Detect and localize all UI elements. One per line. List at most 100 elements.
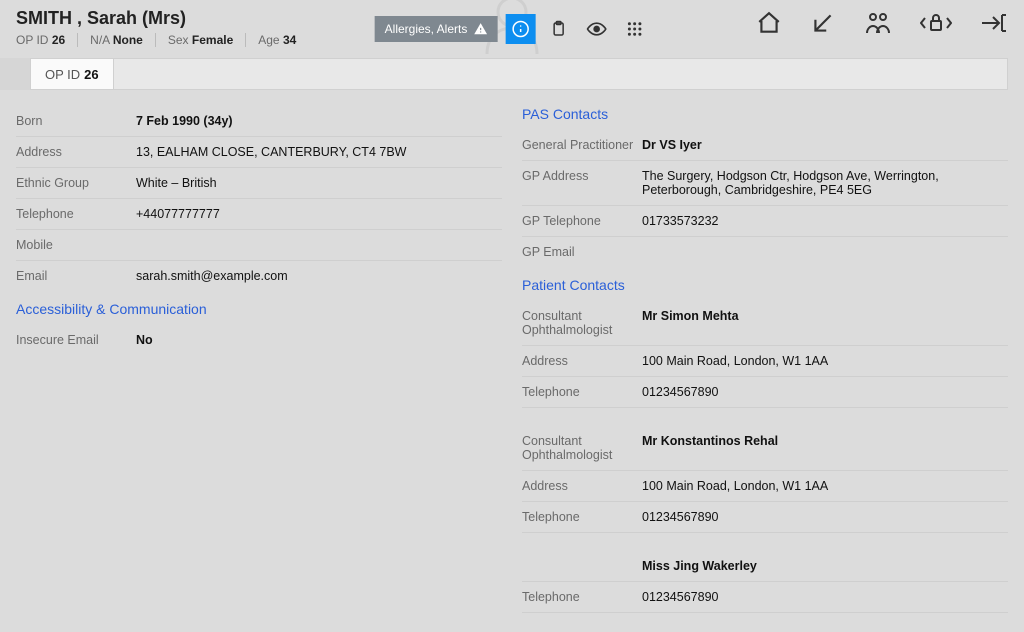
row-ethnic: Ethnic Group White – British: [16, 168, 502, 199]
mobile-value: [136, 238, 502, 252]
arrow-down-left-icon: [810, 10, 836, 36]
na-value: None: [113, 33, 143, 47]
row-insecure-email: Insecure Email No: [16, 325, 502, 355]
row-gp: General Practitioner Dr VS Iyer: [522, 130, 1008, 161]
tab-op-id-value: 26: [84, 67, 98, 82]
keypad-icon: [625, 20, 643, 38]
lock-code-icon: [920, 10, 952, 36]
consultant2-telephone-value: 01234567890: [642, 510, 1008, 524]
age-label: Age: [258, 33, 279, 47]
consultant2-address-label: Address: [522, 479, 642, 493]
consultant1-address-value: 100 Main Road, London, W1 1AA: [642, 354, 1008, 368]
exit-button[interactable]: [980, 10, 1008, 36]
op-id-value: 26: [52, 33, 65, 47]
pas-contacts-title: PAS Contacts: [522, 106, 1008, 122]
email-value: sarah.smith@example.com: [136, 269, 502, 283]
email-label: Email: [16, 269, 136, 283]
allergies-alerts-label: Allergies, Alerts: [385, 22, 468, 36]
home-button[interactable]: [756, 10, 782, 36]
insecure-email-value: No: [136, 333, 502, 347]
born-value: 7 Feb 1990 (34y): [136, 114, 502, 128]
left-column: Born 7 Feb 1990 (34y) Address 13, EALHAM…: [16, 106, 502, 632]
consultant1-name: Mr Simon Mehta: [642, 309, 1008, 337]
gp-email-value: [642, 245, 1008, 259]
gp-label: General Practitioner: [522, 138, 642, 152]
row-address: Address 13, EALHAM CLOSE, CANTERBURY, CT…: [16, 137, 502, 168]
age-value: 34: [283, 33, 296, 47]
row-born: Born 7 Feb 1990 (34y): [16, 106, 502, 137]
consultant1-telephone-value: 01234567890: [642, 385, 1008, 399]
row-consultant2-telephone: Telephone 01234567890: [522, 502, 1008, 533]
consultant2-name: Mr Konstantinos Rehal: [642, 434, 1008, 462]
address-value: 13, EALHAM CLOSE, CANTERBURY, CT4 7BW: [136, 145, 502, 159]
exit-icon: [980, 10, 1008, 36]
consultant3-telephone-label: Telephone: [522, 590, 642, 604]
born-label: Born: [16, 114, 136, 128]
consultant2-address-value: 100 Main Road, London, W1 1AA: [642, 479, 1008, 493]
clipboard-button[interactable]: [543, 14, 573, 44]
gp-value: Dr VS Iyer: [642, 138, 1008, 152]
users-icon: [864, 10, 892, 36]
gp-telephone-value: 01733573232: [642, 214, 1008, 228]
consultant1-telephone-label: Telephone: [522, 385, 642, 399]
gp-telephone-label: GP Telephone: [522, 214, 642, 228]
patient-meta: OP ID 26 N/A None Sex Female Age 34: [16, 33, 296, 47]
consultant2-telephone-label: Telephone: [522, 510, 642, 524]
content-area: Born 7 Feb 1990 (34y) Address 13, EALHAM…: [0, 90, 1024, 632]
insecure-email-label: Insecure Email: [16, 333, 136, 347]
info-icon: [511, 20, 529, 38]
gp-address-value: The Surgery, Hodgson Ctr, Hodgson Ave, W…: [642, 169, 1008, 197]
row-consultant2-address: Address 100 Main Road, London, W1 1AA: [522, 471, 1008, 502]
row-mobile: Mobile: [16, 230, 502, 261]
warning-triangle-icon: [473, 22, 487, 36]
tab-op-id-label: OP ID: [45, 67, 80, 82]
gp-email-label: GP Email: [522, 245, 642, 259]
gp-address-label: GP Address: [522, 169, 642, 197]
row-gp-email: GP Email: [522, 237, 1008, 267]
users-button[interactable]: [864, 10, 892, 36]
row-consultant1-address: Address 100 Main Road, London, W1 1AA: [522, 346, 1008, 377]
consultant3-name: Miss Jing Wakerley: [642, 559, 1008, 573]
right-column: PAS Contacts General Practitioner Dr VS …: [522, 106, 1008, 632]
keypad-button[interactable]: [619, 14, 649, 44]
sex-label: Sex: [168, 33, 189, 47]
consultant3-telephone-value: 01234567890: [642, 590, 1008, 604]
row-consultant1: Consultant Ophthalmologist Mr Simon Meht…: [522, 301, 1008, 346]
tab-op-id[interactable]: OP ID 26: [31, 59, 114, 89]
allergies-alerts-button[interactable]: Allergies, Alerts: [375, 16, 498, 42]
consultant1-role-label: Consultant Ophthalmologist: [522, 309, 642, 337]
ethnic-label: Ethnic Group: [16, 176, 136, 190]
op-id-label: OP ID: [16, 33, 48, 47]
accessibility-section-title: Accessibility & Communication: [16, 301, 502, 317]
row-consultant3: Miss Jing Wakerley: [522, 551, 1008, 582]
patient-name: SMITH , Sarah (Mrs): [16, 8, 296, 29]
ethnic-value: White – British: [136, 176, 502, 190]
patient-contacts-title: Patient Contacts: [522, 277, 1008, 293]
row-email: Email sarah.smith@example.com: [16, 261, 502, 291]
sex-value: Female: [192, 33, 233, 47]
eye-button[interactable]: [581, 14, 611, 44]
consultant3-role-label: [522, 559, 642, 573]
na-label: N/A: [90, 33, 109, 47]
address-label: Address: [16, 145, 136, 159]
top-nav: [756, 10, 1008, 36]
row-gp-address: GP Address The Surgery, Hodgson Ctr, Hod…: [522, 161, 1008, 206]
home-icon: [756, 10, 782, 36]
row-consultant2: Consultant Ophthalmologist Mr Konstantin…: [522, 426, 1008, 471]
clipboard-icon: [549, 20, 567, 38]
row-gp-telephone: GP Telephone 01733573232: [522, 206, 1008, 237]
info-button[interactable]: [505, 14, 535, 44]
telephone-label: Telephone: [16, 207, 136, 221]
header-action-icons: Allergies, Alerts: [375, 14, 650, 44]
mobile-label: Mobile: [16, 238, 136, 252]
patient-header: SMITH , Sarah (Mrs) OP ID 26 N/A None Se…: [0, 0, 1024, 58]
tab-bar: OP ID 26: [30, 58, 1008, 90]
row-telephone: Telephone +44077777777: [16, 199, 502, 230]
consultant2-role-label: Consultant Ophthalmologist: [522, 434, 642, 462]
collapse-button[interactable]: [810, 10, 836, 36]
row-consultant3-telephone: Telephone 01234567890: [522, 582, 1008, 613]
row-consultant1-telephone: Telephone 01234567890: [522, 377, 1008, 408]
consultant1-address-label: Address: [522, 354, 642, 368]
eye-icon: [586, 19, 606, 39]
lock-code-button[interactable]: [920, 10, 952, 36]
